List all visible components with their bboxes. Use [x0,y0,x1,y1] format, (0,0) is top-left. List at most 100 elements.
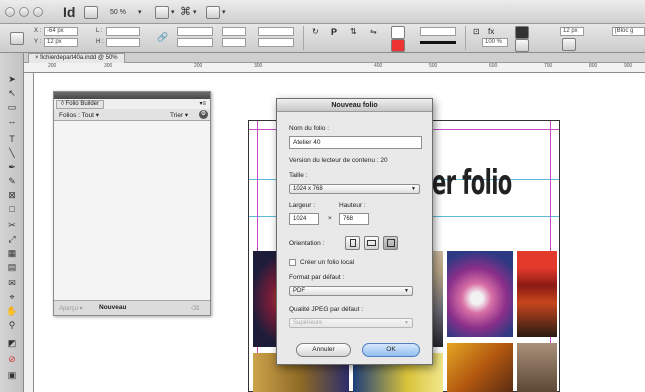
zoom-level[interactable]: 50 % [110,9,126,16]
shear-angle-field[interactable] [258,38,294,47]
line-tool-icon[interactable]: ╲ [5,147,19,159]
cancel-button[interactable]: Annuler [296,343,351,357]
sort-dropdown[interactable]: Trier ▾ [170,111,188,119]
app-logo: Id [63,4,76,20]
fill-stroke-swatch-icon[interactable]: ◩ [5,337,19,349]
page-image[interactable] [517,251,557,337]
bridge-button[interactable] [84,6,98,19]
rotation-field[interactable] [222,27,246,36]
link-icon[interactable]: 🔗 [157,32,168,43]
frame-fitting-button[interactable] [562,38,576,51]
scale-x-field[interactable] [177,27,213,36]
panel-titlebar[interactable] [54,92,210,99]
object-style-field[interactable]: [Bloc g [612,27,645,36]
view-options-button[interactable] [155,6,169,19]
scale-y-field[interactable] [177,38,213,47]
height-field[interactable] [106,38,140,47]
folio-list[interactable] [54,121,210,302]
landscape-orientation-button[interactable] [364,236,379,250]
align-icon[interactable]: ⇅ [350,27,357,36]
gradient-swatch-tool-icon[interactable]: ▦ [5,247,19,259]
stroke-swatch[interactable] [391,39,405,52]
reference-point-icon[interactable] [10,32,24,45]
y-position-field[interactable]: 12 px [44,38,78,47]
stroke-type-preview[interactable] [420,41,456,44]
document-tab[interactable]: × fichierdepart40a.indd @ 50% [28,53,125,63]
zoom-tool-icon[interactable]: ⚲ [5,319,19,331]
panel-menu-icon[interactable]: ▾≡ [199,100,206,107]
separator [465,26,466,50]
grid-icon[interactable] [515,39,529,52]
screen-mode-icon[interactable]: ⌘ [180,5,191,18]
ruler-tick-label: 400 [374,63,383,69]
width-field[interactable] [106,27,140,36]
ok-button[interactable]: OK [362,343,420,357]
arrange-documents-button[interactable] [206,6,220,19]
new-folio-button[interactable]: Nouveau [99,304,126,311]
folio-filter-row: Folios : Tout ▾ Trier ▾ ⚙ [54,109,210,121]
chevron-down-icon: ▼ [411,186,416,192]
selection-tool-icon[interactable]: ➤ [5,73,19,85]
paragraph-icon[interactable]: P [331,27,337,37]
both-orientations-button[interactable] [383,236,398,250]
gradient-feather-tool-icon[interactable]: ▤ [5,261,19,273]
width-field[interactable]: 1024 [289,213,319,225]
rectangle-tool-icon[interactable]: □ [5,203,19,215]
frame-size-field[interactable]: 12 px [560,27,584,36]
chevron-down-icon[interactable]: ▾ [138,8,142,16]
rotate-icon[interactable]: ↻ [312,27,319,36]
chevron-down-icon: ▾ [171,9,175,16]
preview-button[interactable]: Aperçu ▾ [59,305,83,312]
page-image[interactable] [517,343,557,392]
fit-content-icon[interactable]: ⊡ [473,27,480,36]
application-bar: Id 50 % ▾ ▾ ⌘ ▾ ▾ [0,0,645,24]
page-tool-icon[interactable]: ▭ [5,101,19,113]
opacity-field[interactable]: 100 % [482,38,508,47]
type-tool-icon[interactable]: T [5,133,19,145]
folio-builder-panel: ◊ Folio Builder ▾≡ Folios : Tout ▾ Trier… [53,91,211,316]
horizontal-ruler[interactable]: 200 300 200 300 400 500 600 700 800 900 [24,63,645,73]
fx-icon[interactable]: fx [488,27,494,36]
pencil-tool-icon[interactable]: ✎ [5,175,19,187]
pen-tool-icon[interactable]: ✒ [5,161,19,173]
page-image[interactable] [447,343,513,392]
document-heading[interactable]: er folio [432,163,512,203]
x-position-field[interactable]: -64 px [44,27,78,36]
page-image[interactable] [447,251,513,337]
stroke-weight-field[interactable] [420,27,456,36]
folio-filter-dropdown[interactable]: Folios : Tout ▾ [59,111,99,119]
close-window-button[interactable] [5,7,15,17]
fill-swatch[interactable] [391,26,405,39]
rectangle-frame-tool-icon[interactable]: ⊠ [5,189,19,201]
vertical-ruler[interactable] [24,73,34,392]
eyedropper-tool-icon[interactable]: ⌖ [5,291,19,303]
free-transform-tool-icon[interactable]: ⤢ [5,233,19,245]
text-wrap-icon[interactable] [515,26,529,39]
size-label: Taille : [289,172,308,179]
rotate-angle-field[interactable] [258,27,294,36]
width-label: Largeur : [289,202,316,209]
flip-icon[interactable]: ⇋ [370,27,377,36]
folio-name-field[interactable]: Atelier 40 [289,136,422,149]
scissors-tool-icon[interactable]: ✂ [5,219,19,231]
format-select[interactable]: PDF ▼ [289,286,413,296]
panel-footer: Aperçu ▾ Nouveau ⌫ [54,300,210,315]
apply-none-icon[interactable]: ⊘ [5,353,19,365]
size-select[interactable]: 1024 x 768 ▼ [289,184,420,194]
local-folio-checkbox[interactable] [289,259,296,266]
minimize-window-button[interactable] [19,7,29,17]
screen-mode-icon[interactable]: ▣ [5,369,19,381]
height-field[interactable]: 768 [339,213,369,225]
shear-field[interactable] [222,38,246,47]
direct-selection-tool-icon[interactable]: ↖ [5,87,19,99]
portrait-orientation-button[interactable] [345,236,360,250]
zoom-window-button[interactable] [33,7,43,17]
panel-tab[interactable]: ◊ Folio Builder [56,100,104,109]
jpeg-quality-select: Supérieure ▼ [289,318,413,328]
gap-tool-icon[interactable]: ↔ [5,115,19,127]
settings-icon[interactable]: ⚙ [199,110,208,119]
portrait-icon [350,239,356,247]
hand-tool-icon[interactable]: ✋ [5,305,19,317]
note-tool-icon[interactable]: ✉ [5,277,19,289]
trash-icon[interactable]: ⌫ [191,305,199,312]
